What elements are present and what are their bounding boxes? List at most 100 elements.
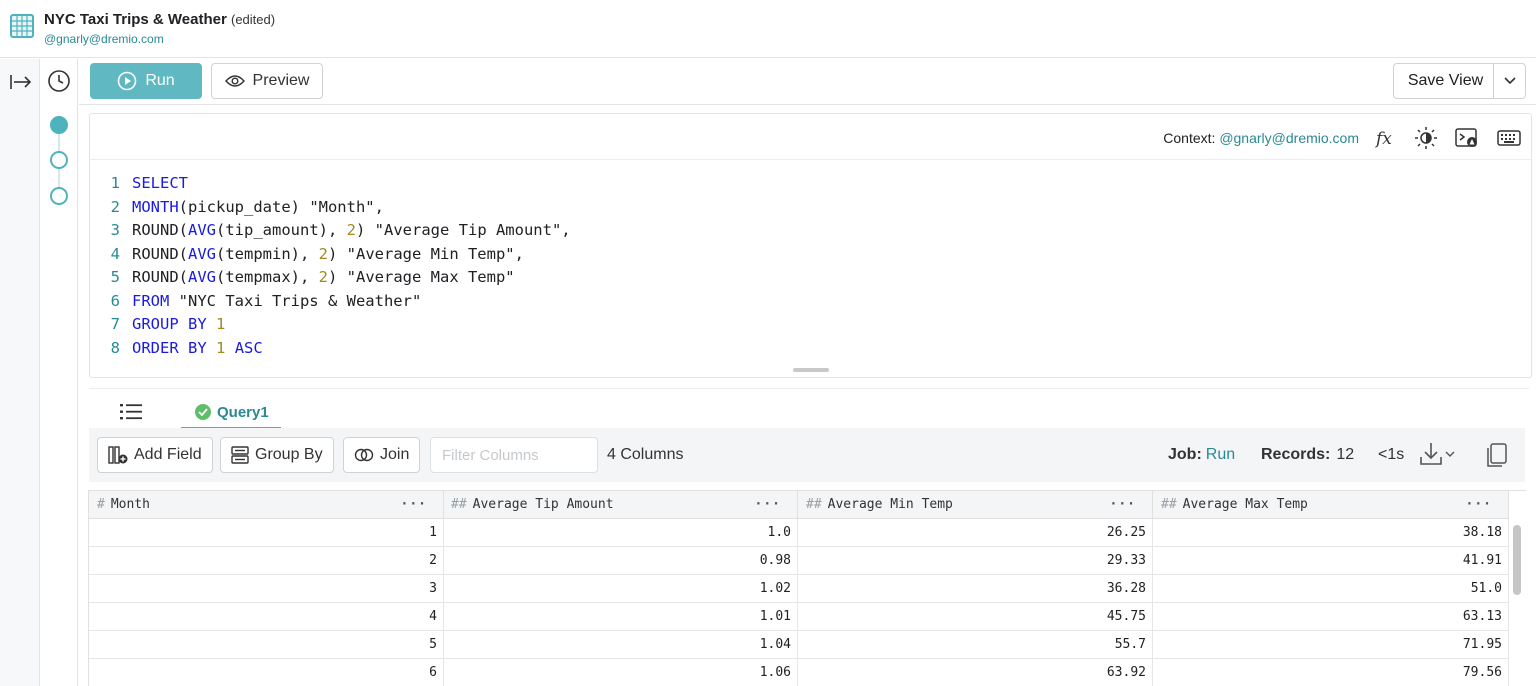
add-field-button[interactable]: Add Field [97, 437, 213, 473]
table-cell[interactable]: 29.33 [798, 547, 1153, 575]
code-text: MONTH(pickup_date) "Month", [120, 196, 384, 220]
filter-columns-input[interactable] [430, 437, 598, 473]
table-cell[interactable]: 38.18 [1153, 519, 1509, 547]
theme-toggle-icon[interactable] [1414, 126, 1438, 150]
table-cell[interactable]: 1.04 [443, 631, 798, 659]
function-icon[interactable]: fx [1374, 126, 1398, 150]
column-header[interactable]: ## Average Min Temp ··· [798, 491, 1153, 519]
save-view-button[interactable]: Save View [1393, 63, 1526, 99]
table-cell[interactable]: 51.0 [1153, 575, 1509, 603]
table-cell[interactable]: 63.13 [1153, 603, 1509, 631]
table-cell[interactable]: 1 [89, 519, 444, 547]
sql-number: 2 [318, 268, 328, 286]
left-rail [0, 59, 40, 686]
table-cell[interactable]: 6 [89, 659, 444, 686]
list-view-icon[interactable] [119, 403, 143, 426]
sql-keyword: FROM [132, 291, 170, 310]
sql-keyword: MONTH [132, 197, 179, 216]
group-by-button[interactable]: Group By [220, 437, 334, 473]
copy-button[interactable] [1486, 442, 1508, 473]
group-by-label: Group By [255, 446, 323, 463]
table-cell[interactable]: 71.95 [1153, 631, 1509, 659]
table-cell[interactable]: 36.28 [798, 575, 1153, 603]
run-button[interactable]: Run [90, 63, 202, 99]
context-indicator[interactable]: Context: @gnarly@dremio.com [1163, 130, 1359, 146]
history-step-current[interactable] [50, 116, 68, 134]
sql-keyword: AVG [188, 221, 216, 239]
table-cell[interactable]: 1.06 [443, 659, 798, 686]
table-cell[interactable]: 26.25 [798, 519, 1153, 547]
column-menu-icon[interactable]: ··· [755, 491, 781, 519]
code-line[interactable]: 7 GROUP BY 1 [90, 313, 1531, 337]
table-cell[interactable]: 4 [89, 603, 444, 631]
code-line[interactable]: 2 MONTH(pickup_date) "Month", [90, 196, 1531, 220]
play-icon [118, 71, 137, 91]
add-field-icon [108, 446, 128, 464]
column-header[interactable]: ## Average Tip Amount ··· [443, 491, 798, 519]
column-menu-icon[interactable]: ··· [1110, 491, 1136, 519]
table-row[interactable]: 5 1.04 55.7 71.95 [89, 631, 1509, 659]
sql-editor[interactable]: Context: @gnarly@dremio.com fx 1 SELECT … [89, 113, 1532, 378]
download-button[interactable] [1419, 441, 1455, 467]
code-line[interactable]: 4 ROUND(AVG(tempmin), 2) "Average Min Tem… [90, 243, 1531, 267]
results-grid[interactable]: # Month ··· ## Average Tip Amount ··· ## Averag… [88, 490, 1526, 686]
sql-code[interactable]: 1 SELECT 2 MONTH(pickup_date) "Month", 3 ROUN… [90, 172, 1531, 360]
table-cell[interactable]: 1.01 [443, 603, 798, 631]
code-line[interactable]: 3 ROUND(AVG(tip_amount), 2) "Average Tip … [90, 219, 1531, 243]
history-step[interactable] [50, 151, 68, 169]
column-type-icon: # [97, 497, 105, 512]
column-menu-icon[interactable]: ··· [1466, 491, 1492, 519]
column-header[interactable]: ## Average Max Temp ··· [1153, 491, 1509, 519]
table-row[interactable]: 2 0.98 29.33 41.91 [89, 547, 1509, 575]
table-cell[interactable]: 45.75 [798, 603, 1153, 631]
table-cell[interactable]: 79.56 [1153, 659, 1509, 686]
column-name: Average Min Temp [827, 497, 953, 512]
table-cell[interactable]: 41.91 [1153, 547, 1509, 575]
sql-token: ) "Average Max Temp" [328, 268, 515, 286]
sql-number: 1 [216, 338, 226, 357]
table-cell[interactable]: 3 [89, 575, 444, 603]
expand-panel-icon[interactable] [8, 69, 34, 95]
table-row[interactable]: 1 1.0 26.25 38.18 [89, 519, 1509, 547]
column-name: Average Max Temp [1182, 497, 1308, 512]
tab-query1[interactable]: Query1 [181, 397, 281, 429]
keyboard-shortcuts-icon[interactable] [1497, 126, 1521, 150]
sql-assistant-icon[interactable] [1455, 126, 1479, 150]
editor-resize-handle[interactable] [793, 368, 829, 372]
table-cell[interactable]: 55.7 [798, 631, 1153, 659]
sql-token: ROUND( [132, 221, 188, 239]
sql-keyword: ASC [234, 338, 263, 357]
table-cell[interactable]: 1.02 [443, 575, 798, 603]
sql-token: ROUND( [132, 244, 188, 263]
table-row[interactable]: 6 1.06 63.92 79.56 [89, 659, 1509, 686]
table-cell[interactable]: 5 [89, 631, 444, 659]
save-options-dropdown[interactable] [1493, 64, 1525, 98]
table-cell[interactable]: 1.0 [443, 519, 798, 547]
join-button[interactable]: Join [343, 437, 421, 473]
grid-scrollbar[interactable] [1513, 525, 1521, 595]
records-label: Records: [1261, 446, 1331, 463]
records-count: Records: 12 [1261, 446, 1354, 464]
column-menu-icon[interactable]: ··· [401, 491, 427, 519]
run-label: Run [145, 72, 175, 89]
history-clock-icon[interactable] [46, 68, 72, 94]
preview-button[interactable]: Preview [211, 63, 323, 99]
history-step[interactable] [50, 187, 68, 205]
job-link[interactable]: Run [1206, 446, 1235, 463]
code-line[interactable]: 6 FROM "NYC Taxi Trips & Weather" [90, 290, 1531, 314]
sql-keyword: AVG [188, 268, 216, 286]
table-cell[interactable]: 2 [89, 547, 444, 575]
table-row[interactable]: 3 1.02 36.28 51.0 [89, 575, 1509, 603]
context-label: Context: [1163, 130, 1216, 146]
table-cell[interactable]: 0.98 [443, 547, 798, 575]
code-line[interactable]: 1 SELECT [90, 172, 1531, 196]
tab-query1-label: Query1 [217, 403, 269, 421]
table-row[interactable]: 4 1.01 45.75 63.13 [89, 603, 1509, 631]
preview-label: Preview [252, 72, 310, 89]
dataset-owner: @gnarly@dremio.com [44, 32, 164, 46]
column-header[interactable]: # Month ··· [89, 491, 444, 519]
table-cell[interactable]: 63.92 [798, 659, 1153, 686]
code-line[interactable]: 8 ORDER BY 1 ASC [90, 337, 1531, 361]
code-line[interactable]: 5 ROUND(AVG(tempmax), 2) "Average Max Tem… [90, 266, 1531, 290]
